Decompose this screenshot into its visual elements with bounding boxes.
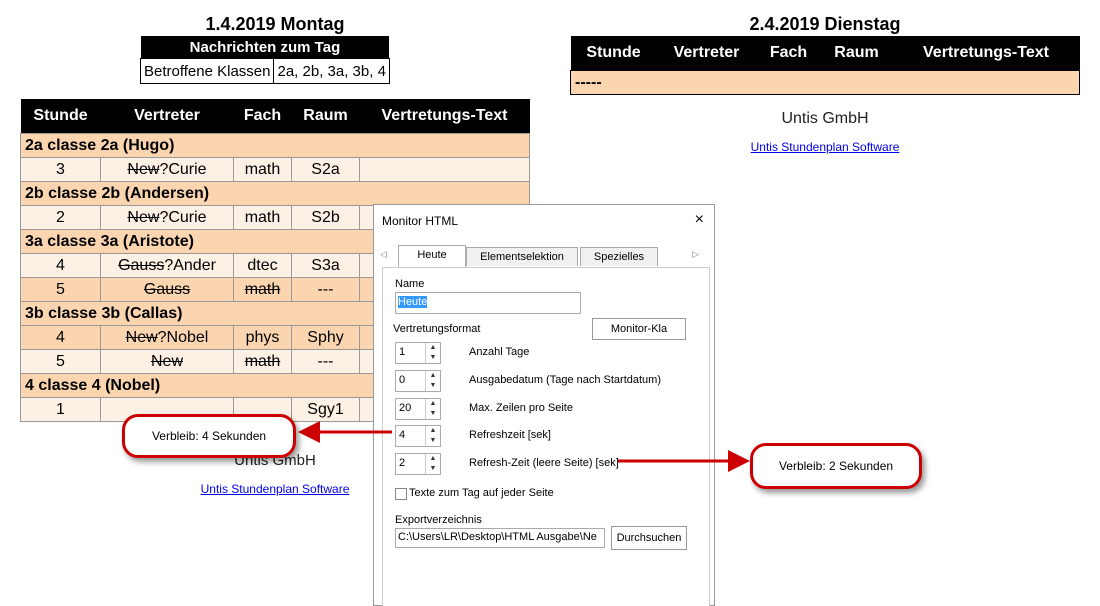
arrow-right-head xyxy=(728,450,750,472)
arrows-overlay xyxy=(298,421,750,472)
callout-right: Verbleib: 2 Sekunden xyxy=(750,443,922,489)
arrow-left-head xyxy=(298,421,320,443)
callout-left: Verbleib: 4 Sekunden xyxy=(122,414,296,458)
